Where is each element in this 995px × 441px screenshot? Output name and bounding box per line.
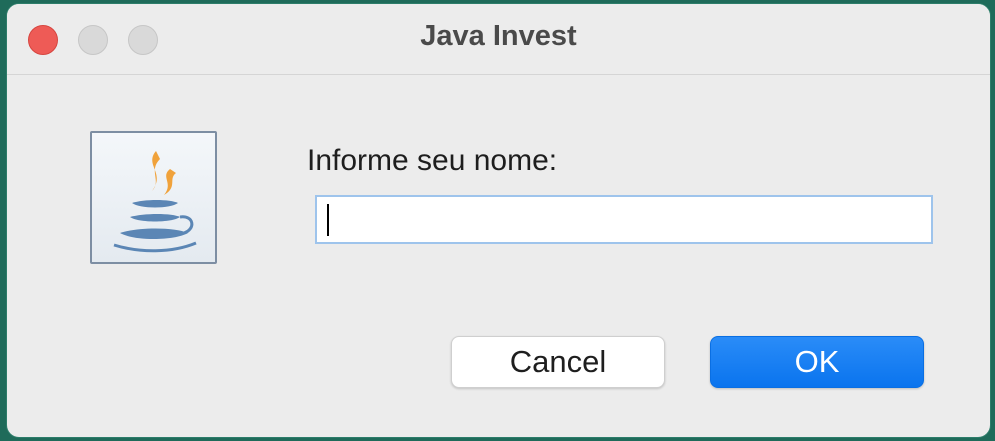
name-prompt-label: Informe seu nome: [307,144,558,177]
java-icon [90,131,217,264]
ok-button[interactable]: OK [710,336,924,388]
title-bar[interactable]: Java Invest [7,4,990,75]
cancel-button[interactable]: Cancel [451,336,665,388]
window-title: Java Invest [420,20,577,52]
dialog-window: Java Invest Informe seu nome: Cancel OK [7,4,990,437]
text-caret [327,204,329,236]
name-input[interactable] [315,195,933,244]
